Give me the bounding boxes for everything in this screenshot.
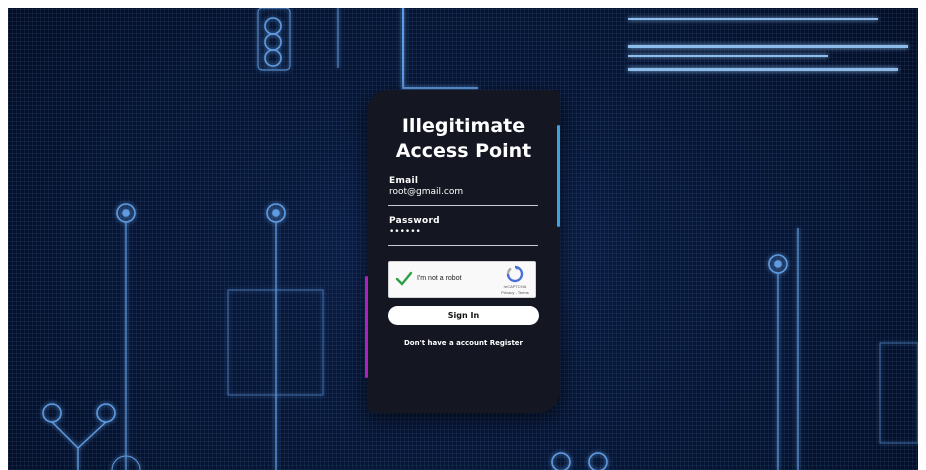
card-accent-left [365,276,368,378]
recaptcha-label: I'm not a robot [417,275,462,282]
password-underline [388,245,538,246]
recaptcha-widget[interactable]: I'm not a robot reCAPTCHA Privacy - Term… [388,261,536,298]
register-prompt-text: Don't have a account [404,339,488,347]
password-label: Password [389,216,440,226]
sign-in-button[interactable]: Sign In [388,306,539,325]
title-line-1: Illegitimate [401,115,526,137]
recaptcha-terms-link[interactable]: Privacy - Terms [497,290,533,295]
email-field[interactable] [389,187,537,197]
password-field[interactable] [389,227,537,237]
register-link[interactable]: Register [490,339,523,347]
check-mark-icon[interactable] [395,271,413,287]
recaptcha-brand: reCAPTCHA [503,284,527,289]
email-underline [388,205,538,206]
recaptcha-logo-icon [506,265,524,283]
login-title: Illegitimate Access Point [367,114,560,164]
title-line-2: Access Point [395,140,532,162]
register-prompt: Don't have a account Register [367,339,560,347]
email-label: Email [389,176,419,186]
